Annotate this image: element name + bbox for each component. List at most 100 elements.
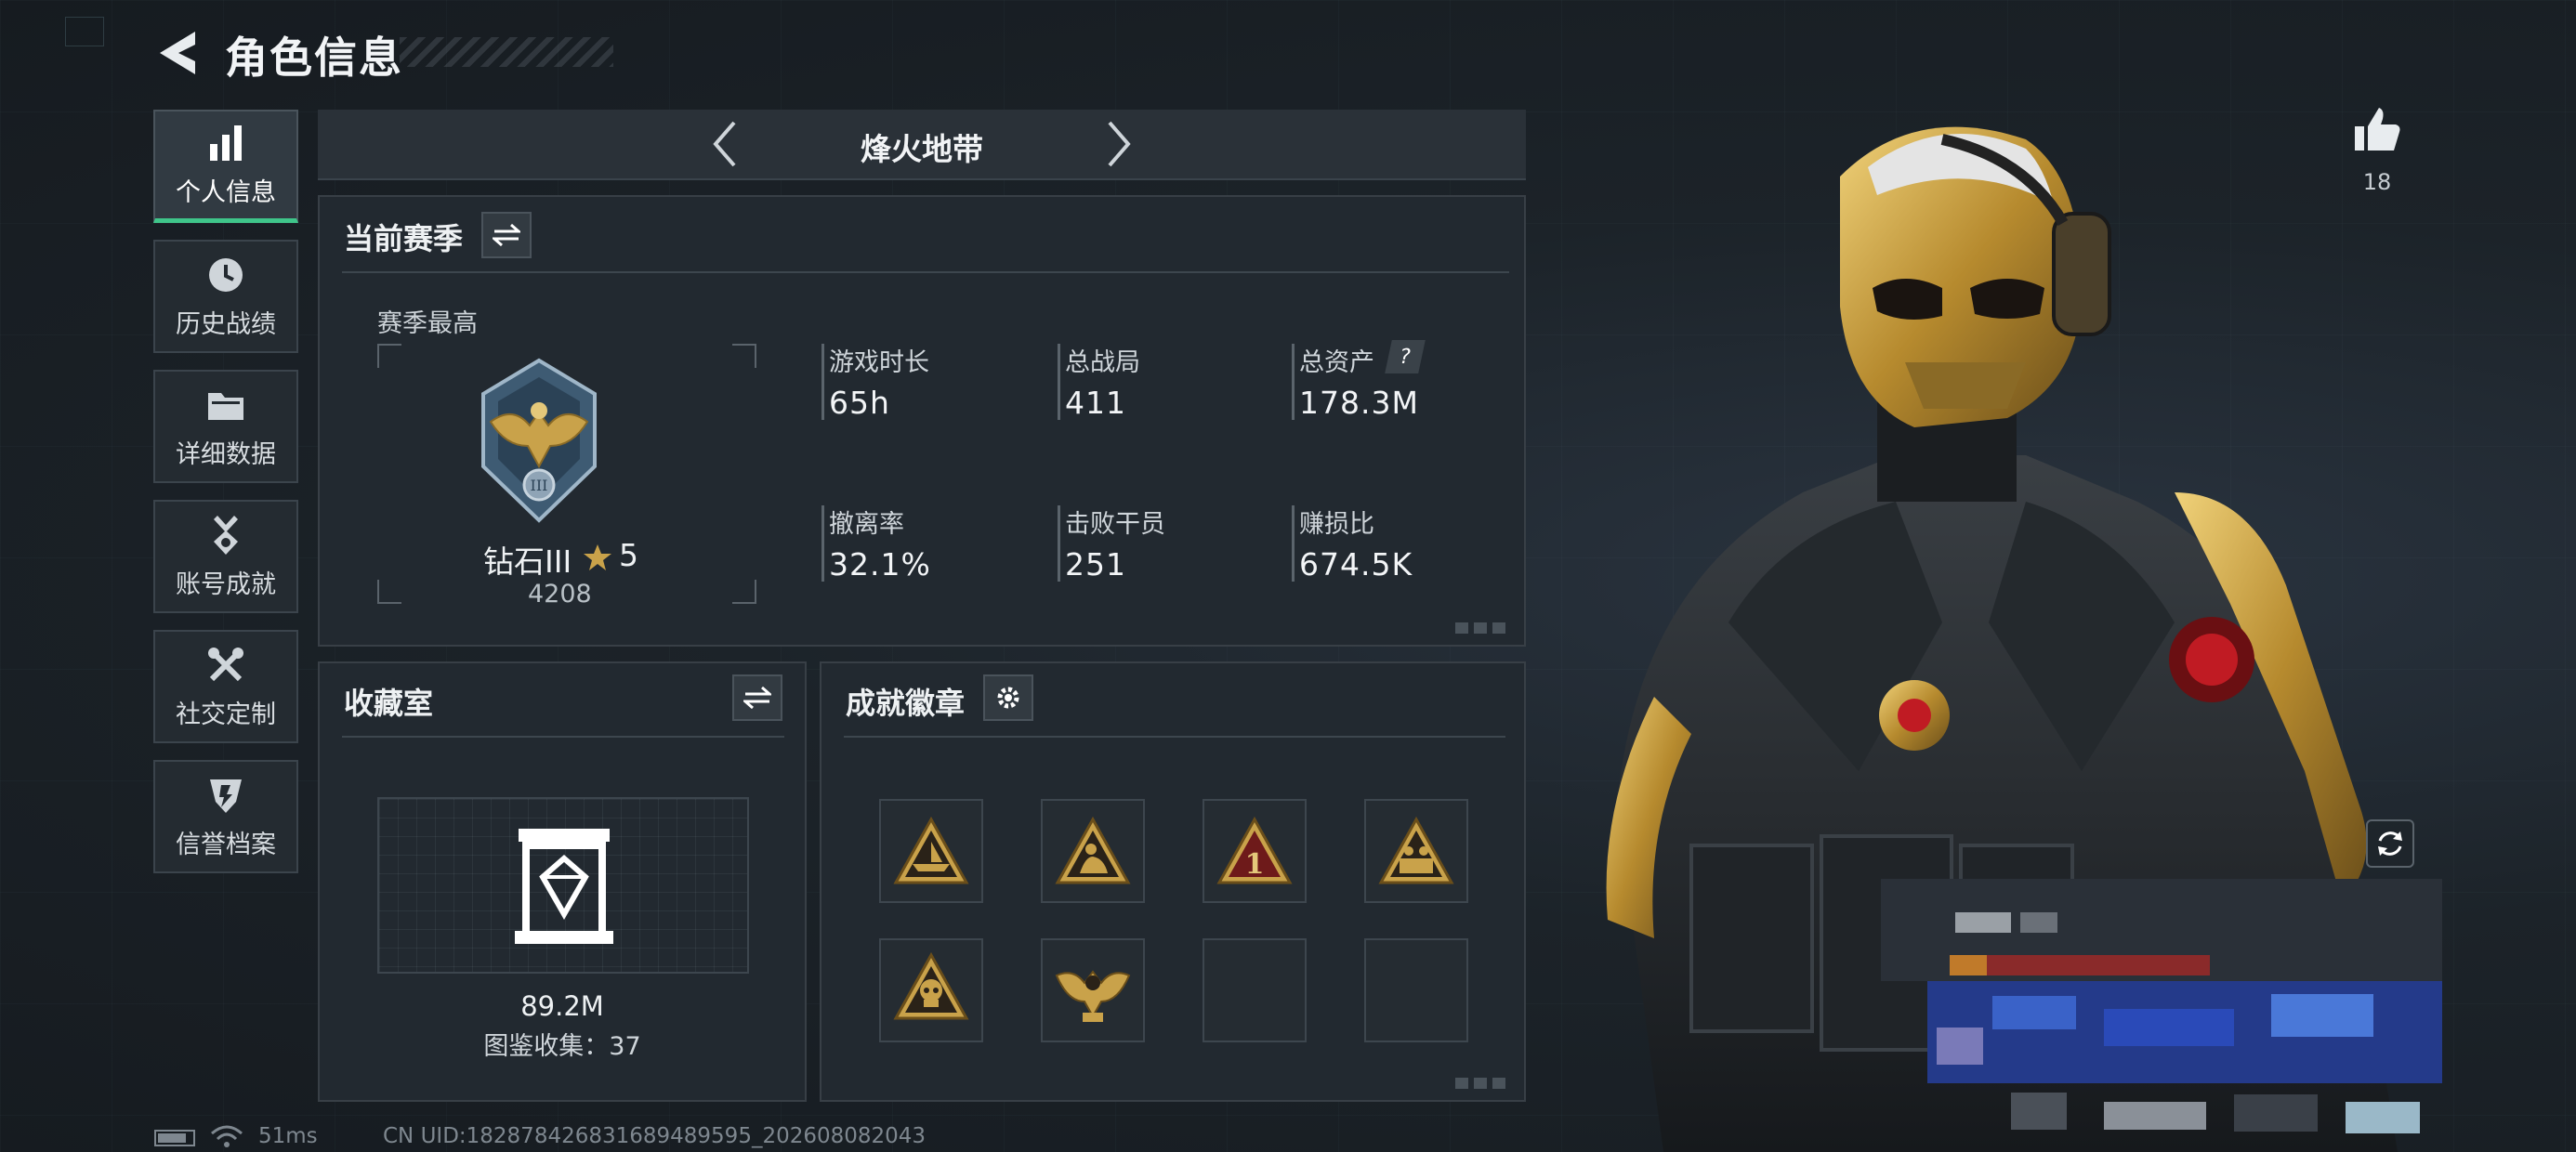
empty-badge-slot[interactable] xyxy=(1364,938,1468,1042)
stat-marker xyxy=(1292,344,1295,420)
stat-marker xyxy=(1058,344,1060,420)
section-title: 收藏室 xyxy=(344,686,434,721)
folder-icon xyxy=(208,392,243,420)
achievements-settings-button[interactable] xyxy=(983,674,1033,721)
frame-corner xyxy=(732,580,756,604)
sidebar-item-achievements[interactable]: 账号成就 xyxy=(153,500,298,613)
stat-value: 251 xyxy=(1065,546,1126,583)
rank-name: 钻石III xyxy=(483,543,572,580)
achievement-badge[interactable] xyxy=(1041,938,1145,1042)
medal-icon xyxy=(214,515,238,555)
vault-icon xyxy=(515,829,613,944)
panel-decoration xyxy=(1455,622,1507,634)
achievement-badge[interactable] xyxy=(879,938,983,1042)
collection-count: 图鉴收集：37 xyxy=(483,1032,641,1061)
stat-value: 65h xyxy=(829,385,890,421)
page-title: 角色信息 xyxy=(225,33,403,83)
sidebar-item-label: 个人信息 xyxy=(176,178,276,207)
number-one-badge-icon: 1 xyxy=(1216,816,1293,884)
achievements-panel: 成就徽章 1 xyxy=(820,661,1526,1102)
chevron-right-icon xyxy=(1108,121,1131,167)
corner-decoration xyxy=(65,17,104,46)
frame-corner xyxy=(377,344,401,368)
rotate-model-button[interactable] xyxy=(2366,819,2414,868)
frame-corner xyxy=(377,580,401,604)
season-best-label: 赛季最高 xyxy=(377,309,478,338)
sidebar-item-details[interactable]: 详细数据 xyxy=(153,370,298,483)
bar-chart-icon xyxy=(210,125,242,161)
achievement-badge[interactable]: 1 xyxy=(1203,799,1307,903)
wifi-icon xyxy=(211,1125,243,1147)
stat-label: 总资产 xyxy=(1299,348,1374,377)
stat-marker xyxy=(821,344,824,420)
rank-emblem-icon: III xyxy=(481,358,597,523)
badge-number: 1 xyxy=(1245,848,1265,881)
achievement-badge[interactable] xyxy=(1041,799,1145,903)
mode-selector: 烽火地带 xyxy=(318,110,1526,180)
stat-value: 32.1% xyxy=(829,546,931,583)
next-mode-button[interactable] xyxy=(1100,117,1137,171)
swap-icon xyxy=(743,686,771,710)
sidebar-item-history[interactable]: 历史战绩 xyxy=(153,240,298,353)
switch-collection-button[interactable] xyxy=(732,674,782,721)
stat-value: 674.5K xyxy=(1299,546,1413,583)
help-icon[interactable]: ? xyxy=(1385,340,1426,373)
sidebar-item-label: 社交定制 xyxy=(176,700,276,729)
back-button[interactable] xyxy=(156,28,199,78)
season-panel: 当前赛季 赛季最高 III 钻石III 5 4208 游戏时长 65h 总战局 … xyxy=(318,195,1526,647)
like-count: 18 xyxy=(2362,169,2392,195)
stat-marker xyxy=(1292,505,1295,582)
tools-icon xyxy=(208,647,243,681)
rank-stars: 5 xyxy=(619,537,638,573)
sidebar-item-label: 账号成就 xyxy=(176,569,276,599)
squad-badge-icon xyxy=(1378,816,1454,884)
title-decoration xyxy=(400,37,613,67)
frame-corner xyxy=(732,344,756,368)
stat-marker xyxy=(1058,505,1060,582)
stat-label: 赚损比 xyxy=(1299,510,1374,539)
divider xyxy=(342,271,1509,273)
collection-value: 89.2M xyxy=(520,990,604,1022)
stat-value: 178.3M xyxy=(1299,385,1419,421)
collection-panel: 收藏室 89.2M 图鉴收集：37 xyxy=(318,661,807,1102)
stat-marker xyxy=(821,505,824,582)
stat-label: 游戏时长 xyxy=(829,348,929,377)
censored-player-card xyxy=(1881,879,2442,1152)
achievement-badge[interactable] xyxy=(879,799,983,903)
section-title: 成就徽章 xyxy=(846,686,966,721)
skull-badge-icon xyxy=(893,951,969,1020)
swap-icon xyxy=(493,223,520,247)
mode-label: 烽火地带 xyxy=(861,131,983,167)
star-icon xyxy=(584,544,611,570)
sidebar-item-reputation[interactable]: 信誉档案 xyxy=(153,760,298,873)
stat-label: 击败干员 xyxy=(1065,510,1165,539)
clock-icon xyxy=(209,257,243,292)
like-button[interactable] xyxy=(2351,104,2403,156)
shield-icon xyxy=(210,779,242,813)
empty-badge-slot[interactable] xyxy=(1203,938,1307,1042)
divider xyxy=(844,736,1505,738)
boat-badge-icon xyxy=(893,816,969,884)
stat-value: 411 xyxy=(1065,385,1126,421)
collection-display[interactable] xyxy=(377,797,749,974)
sidebar-item-personal-info[interactable]: 个人信息 xyxy=(153,110,298,223)
sidebar-item-label: 历史战绩 xyxy=(176,309,276,339)
achievement-badge[interactable] xyxy=(1364,799,1468,903)
switch-season-button[interactable] xyxy=(481,212,532,258)
stat-label: 总战局 xyxy=(1065,348,1140,377)
svg-text:III: III xyxy=(531,477,548,494)
divider xyxy=(342,736,784,738)
thumbs-up-icon xyxy=(2355,108,2400,151)
soldier-badge-icon xyxy=(1055,816,1131,884)
sidebar-item-label: 详细数据 xyxy=(176,439,276,469)
eagle-badge-icon xyxy=(1055,970,1131,1022)
sidebar-item-social[interactable]: 社交定制 xyxy=(153,630,298,743)
rank-score: 4208 xyxy=(528,580,592,609)
gear-icon xyxy=(997,687,1019,709)
stat-label: 撤离率 xyxy=(829,510,904,539)
uid-text: CN UID:1828784268316894895​95_2026080820… xyxy=(383,1124,927,1148)
panel-decoration xyxy=(1455,1078,1507,1089)
refresh-icon xyxy=(2378,831,2402,856)
section-title: 当前赛季 xyxy=(344,221,464,256)
sidebar-item-label: 信誉档案 xyxy=(176,830,276,859)
